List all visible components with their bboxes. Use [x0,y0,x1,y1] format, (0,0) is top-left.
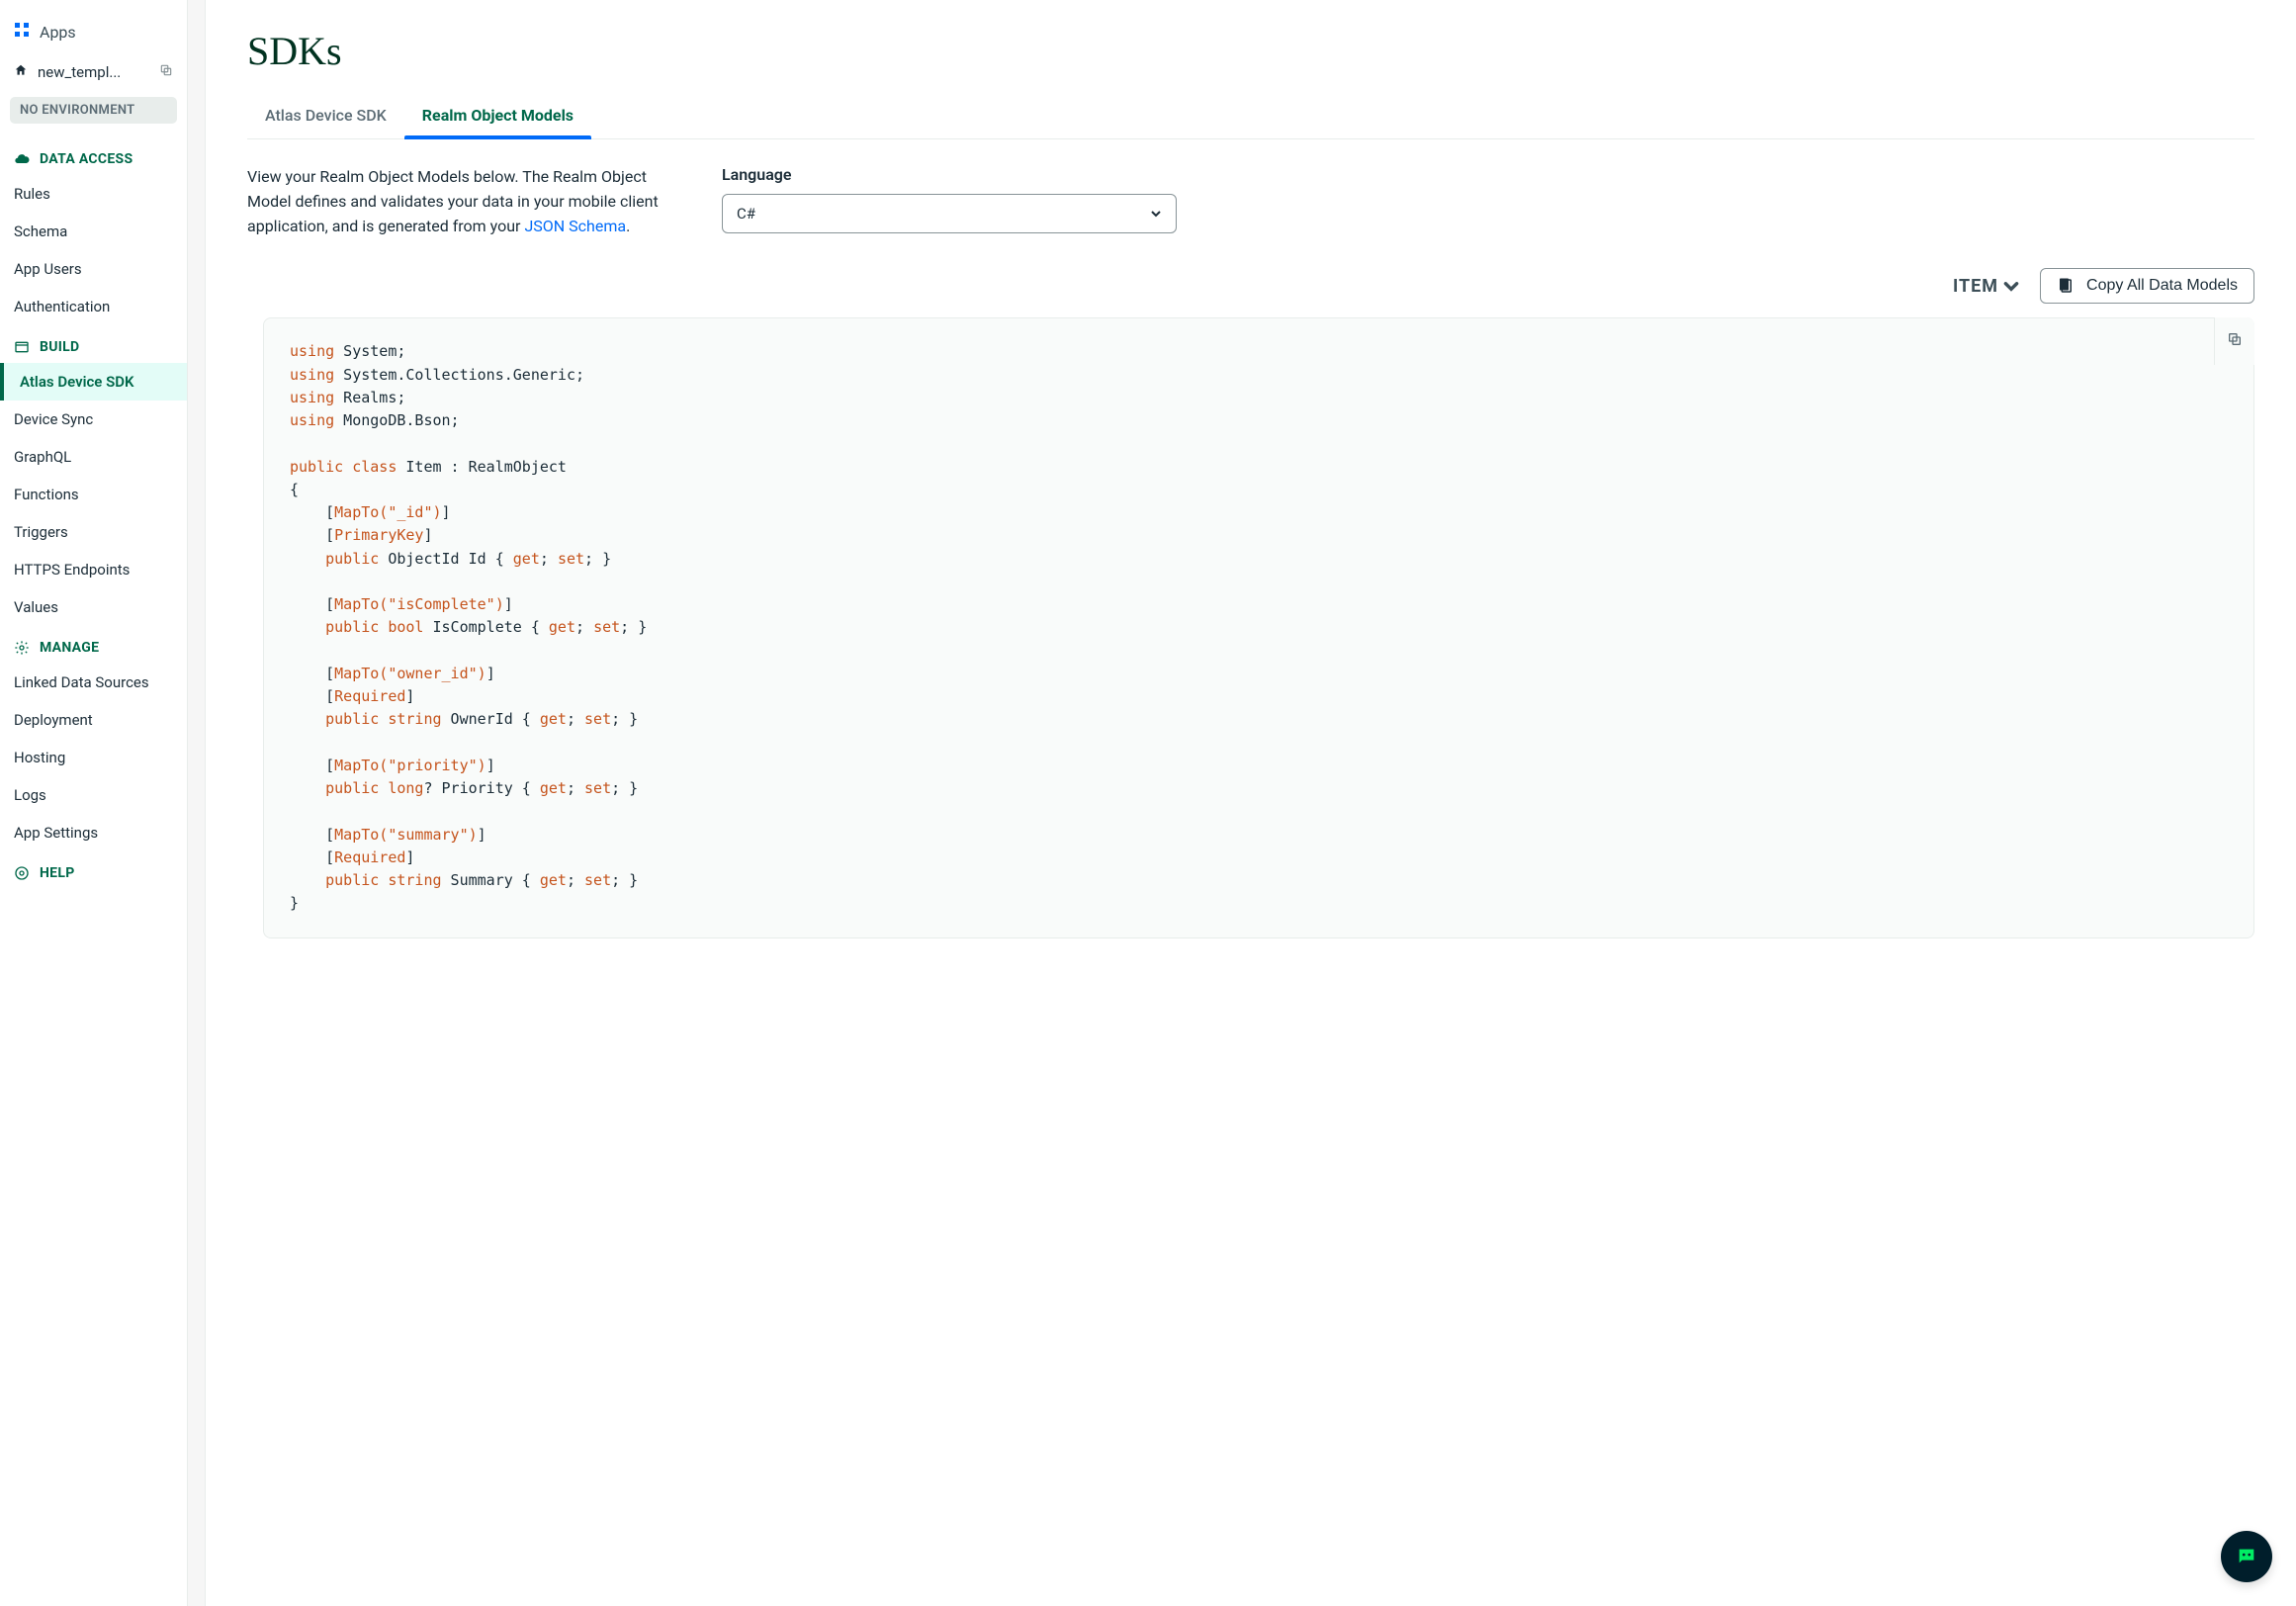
help-icon [14,865,30,881]
sidebar-scrollbar[interactable] [188,0,206,1606]
sidebar-apps-link[interactable]: Apps [0,10,187,53]
section-build: BUILD [0,325,187,363]
nav-rules[interactable]: Rules [0,175,187,213]
nav-linked-data-sources[interactable]: Linked Data Sources [0,664,187,701]
code-panel: using System; using System.Collections.G… [247,317,2254,937]
home-icon [14,63,28,81]
copy-icon[interactable] [159,63,173,81]
nav-functions[interactable]: Functions [0,476,187,513]
apps-grid-icon [14,22,30,42]
language-label: Language [722,165,1177,184]
tab-realm-object-models[interactable]: Realm Object Models [404,96,591,138]
json-schema-link[interactable]: JSON Schema [524,217,626,235]
item-collapse-toggle[interactable]: ITEM [1953,276,2020,297]
caret-down-icon [1150,208,1162,220]
main-content: SDKs Atlas Device SDK Realm Object Model… [206,0,2296,1606]
environment-pill: NO ENVIRONMENT [10,97,177,124]
apps-label: Apps [40,23,76,42]
nav-triggers[interactable]: Triggers [0,513,187,551]
section-help[interactable]: HELP [0,851,187,889]
copy-icon [2227,331,2243,347]
gear-icon [14,640,30,656]
language-select[interactable]: C# [722,194,1177,233]
nav-values[interactable]: Values [0,588,187,626]
nav-deployment[interactable]: Deployment [0,701,187,739]
nav-atlas-device-sdk[interactable]: Atlas Device SDK [0,363,187,401]
nav-schema[interactable]: Schema [0,213,187,250]
sidebar: Apps new_templ... NO ENVIRONMENT DATA AC… [0,0,188,1606]
tab-atlas-device-sdk[interactable]: Atlas Device SDK [247,96,404,138]
build-icon [14,339,30,355]
copy-all-button[interactable]: Copy All Data Models [2040,268,2254,304]
nav-https-endpoints[interactable]: HTTPS Endpoints [0,551,187,588]
nav-device-sync[interactable]: Device Sync [0,401,187,438]
page-title: SDKs [247,28,2254,74]
language-value: C# [737,205,755,223]
chevron-down-icon [2002,277,2020,295]
nav-hosting[interactable]: Hosting [0,739,187,776]
code-copy-button[interactable] [2214,317,2254,365]
tabs: Atlas Device SDK Realm Object Models [247,96,2254,139]
nav-authentication[interactable]: Authentication [0,288,187,325]
clipboard-icon [2057,277,2075,295]
nav-app-users[interactable]: App Users [0,250,187,288]
nav-logs[interactable]: Logs [0,776,187,814]
code-block: using System; using System.Collections.G… [263,317,2254,937]
chat-fab[interactable] [2221,1531,2272,1582]
section-data-access: DATA ACCESS [0,137,187,175]
chat-icon [2236,1546,2257,1567]
cloud-icon [14,151,30,167]
project-row[interactable]: new_templ... [0,53,187,91]
project-name: new_templ... [38,63,149,81]
section-manage: MANAGE [0,626,187,664]
nav-graphql[interactable]: GraphQL [0,438,187,476]
nav-app-settings[interactable]: App Settings [0,814,187,851]
description: View your Realm Object Models below. The… [247,165,682,238]
